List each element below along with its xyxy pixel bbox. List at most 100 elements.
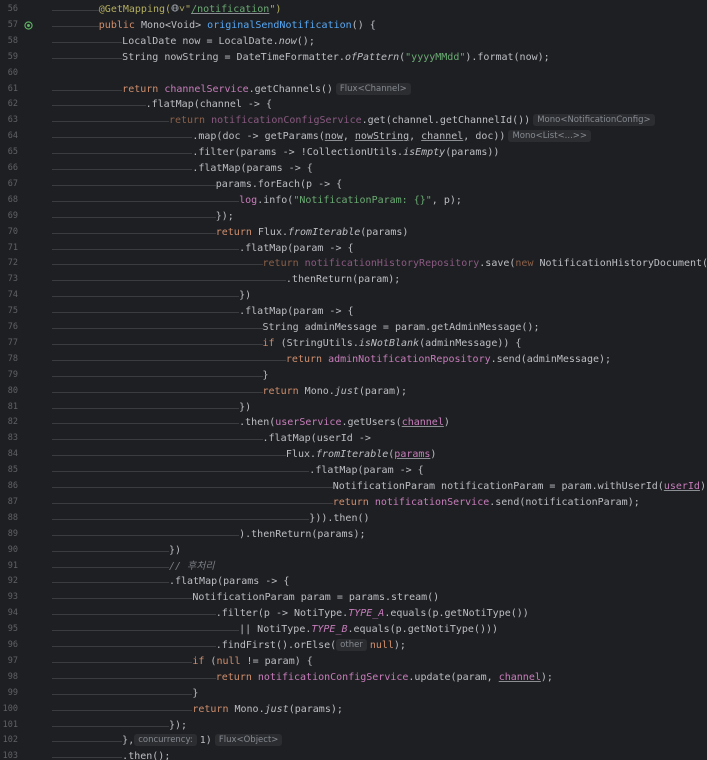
line-number[interactable]: 80: [0, 384, 18, 400]
code-line[interactable]: 68 log.info("NotificationParam: {}", p);: [0, 193, 707, 209]
code-line[interactable]: 92 .flatMap(params -> {: [0, 574, 707, 590]
line-number[interactable]: 76: [0, 320, 18, 336]
line-number[interactable]: 83: [0, 431, 18, 447]
line-number[interactable]: 74: [0, 288, 18, 304]
line-number[interactable]: 86: [0, 479, 18, 495]
line-number[interactable]: 88: [0, 511, 18, 527]
line-number[interactable]: 68: [0, 193, 18, 209]
code-line[interactable]: 69});: [0, 209, 707, 225]
line-number[interactable]: 79: [0, 368, 18, 384]
line-number[interactable]: 62: [0, 97, 18, 113]
code-line[interactable]: 79}: [0, 368, 707, 384]
code-line[interactable]: 60: [0, 66, 707, 82]
code-line[interactable]: 95 || NotiType.TYPE_B.equals(p.getNotiTyp…: [0, 622, 707, 638]
code-line[interactable]: 100 return Mono.just(params);: [0, 702, 707, 718]
line-number[interactable]: 75: [0, 304, 18, 320]
code-line[interactable]: 70 return Flux.fromIterable(params): [0, 225, 707, 241]
line-number[interactable]: 97: [0, 654, 18, 670]
code-line[interactable]: 99}: [0, 686, 707, 702]
line-number[interactable]: 81: [0, 400, 18, 416]
line-number[interactable]: 102: [0, 733, 18, 749]
code-line[interactable]: 67 params.forEach(p -> {: [0, 177, 707, 193]
code-line[interactable]: 91 // 후처리: [0, 559, 707, 575]
line-number[interactable]: 69: [0, 209, 18, 225]
line-number[interactable]: 89: [0, 527, 18, 543]
code-line[interactable]: 75 .flatMap(param -> {: [0, 304, 707, 320]
code-line[interactable]: 80 return Mono.just(param);: [0, 384, 707, 400]
line-number[interactable]: 92: [0, 574, 18, 590]
line-number[interactable]: 58: [0, 34, 18, 50]
line-number[interactable]: 56: [0, 2, 18, 18]
line-number[interactable]: 70: [0, 225, 18, 241]
code-line[interactable]: 71 .flatMap(param -> {: [0, 241, 707, 257]
line-number[interactable]: 94: [0, 606, 18, 622]
code-line[interactable]: 86 NotificationParam notificationParam = …: [0, 479, 707, 495]
line-number[interactable]: 61: [0, 82, 18, 98]
code-line[interactable]: 59 String nowString = DateTimeFormatter.o…: [0, 50, 707, 66]
line-number[interactable]: 84: [0, 447, 18, 463]
code-line[interactable]: 102}, concurrency: 1) Flux<Object>: [0, 733, 707, 749]
code-line[interactable]: 65 .filter(params -> !CollectionUtils.isE…: [0, 145, 707, 161]
code-line[interactable]: 73 .thenReturn(param);: [0, 272, 707, 288]
line-number[interactable]: 85: [0, 463, 18, 479]
code-line[interactable]: 93 NotificationParam param = params.strea…: [0, 590, 707, 606]
line-number[interactable]: 67: [0, 177, 18, 193]
code-line[interactable]: 57 public Mono<Void> originalSendNotifica…: [0, 18, 707, 34]
code-line[interactable]: 72 return notificationHistoryRepository.s…: [0, 256, 707, 272]
code-editor[interactable]: 56 @GetMapping(˅"/notification") 57 public …: [0, 0, 707, 760]
line-number[interactable]: 59: [0, 50, 18, 66]
code-line[interactable]: 77 if (StringUtils.isNotBlank(adminMessag…: [0, 336, 707, 352]
code-line[interactable]: 96 .findFirst().orElse(other null);: [0, 638, 707, 654]
code-line[interactable]: 66 .flatMap(params -> {: [0, 161, 707, 177]
code-line[interactable]: 85 .flatMap(param -> {: [0, 463, 707, 479]
line-number[interactable]: 64: [0, 129, 18, 145]
line-number[interactable]: 96: [0, 638, 18, 654]
line-number[interactable]: 98: [0, 670, 18, 686]
code-line[interactable]: 101});: [0, 718, 707, 734]
line-number[interactable]: 78: [0, 352, 18, 368]
code-line[interactable]: 81}): [0, 400, 707, 416]
line-number[interactable]: 77: [0, 336, 18, 352]
code-line[interactable]: 94 .filter(p -> NotiType.TYPE_A.equals(p.…: [0, 606, 707, 622]
code-line[interactable]: 56 @GetMapping(˅"/notification"): [0, 2, 707, 18]
line-number[interactable]: 72: [0, 256, 18, 272]
code-line[interactable]: 58 LocalDate now = LocalDate.now();: [0, 34, 707, 50]
code-line[interactable]: 63 return notificationConfigService.get(c…: [0, 113, 707, 129]
line-number[interactable]: 71: [0, 241, 18, 257]
code-line[interactable]: 87 return notificationService.send(notifi…: [0, 495, 707, 511]
line-number[interactable]: 103: [0, 749, 18, 760]
code-line[interactable]: 97 if (null != param) {: [0, 654, 707, 670]
code-line[interactable]: 90}): [0, 543, 707, 559]
globe-icon[interactable]: [171, 4, 179, 12]
line-number[interactable]: 65: [0, 145, 18, 161]
code-line[interactable]: 62 .flatMap(channel -> {: [0, 97, 707, 113]
line-number[interactable]: 93: [0, 590, 18, 606]
code-line[interactable]: 84 Flux.fromIterable(params): [0, 447, 707, 463]
line-number[interactable]: 73: [0, 272, 18, 288]
code-line[interactable]: 88})).then(): [0, 511, 707, 527]
code-line[interactable]: 82 .then(userService.getUsers(channel): [0, 415, 707, 431]
line-number[interactable]: 87: [0, 495, 18, 511]
line-number[interactable]: 95: [0, 622, 18, 638]
code-line[interactable]: 89).thenReturn(params);: [0, 527, 707, 543]
line-number[interactable]: 60: [0, 66, 18, 82]
line-number[interactable]: 82: [0, 415, 18, 431]
code-line[interactable]: 74}): [0, 288, 707, 304]
code-line[interactable]: 64 .map(doc -> getParams(now, nowString, …: [0, 129, 707, 145]
run-gutter-icon[interactable]: [24, 21, 33, 30]
line-number[interactable]: 91: [0, 559, 18, 575]
code-line[interactable]: 78 return adminNotificationRepository.sen…: [0, 352, 707, 368]
line-number[interactable]: 101: [0, 718, 18, 734]
line-number[interactable]: 66: [0, 161, 18, 177]
code-line[interactable]: 61 return channelService.getChannels() Flu…: [0, 82, 707, 98]
line-number[interactable]: 90: [0, 543, 18, 559]
code-line[interactable]: 98 return notificationConfigService.updat…: [0, 670, 707, 686]
line-number[interactable]: 100: [0, 702, 18, 718]
line-number[interactable]: 63: [0, 113, 18, 129]
indent-guide: [75, 320, 100, 336]
code-line[interactable]: 83 .flatMap(userId ->: [0, 431, 707, 447]
line-number[interactable]: 57: [0, 18, 18, 34]
code-line[interactable]: 76 String adminMessage = param.getAdminMe…: [0, 320, 707, 336]
line-number[interactable]: 99: [0, 686, 18, 702]
code-line[interactable]: 103 .then();: [0, 749, 707, 760]
